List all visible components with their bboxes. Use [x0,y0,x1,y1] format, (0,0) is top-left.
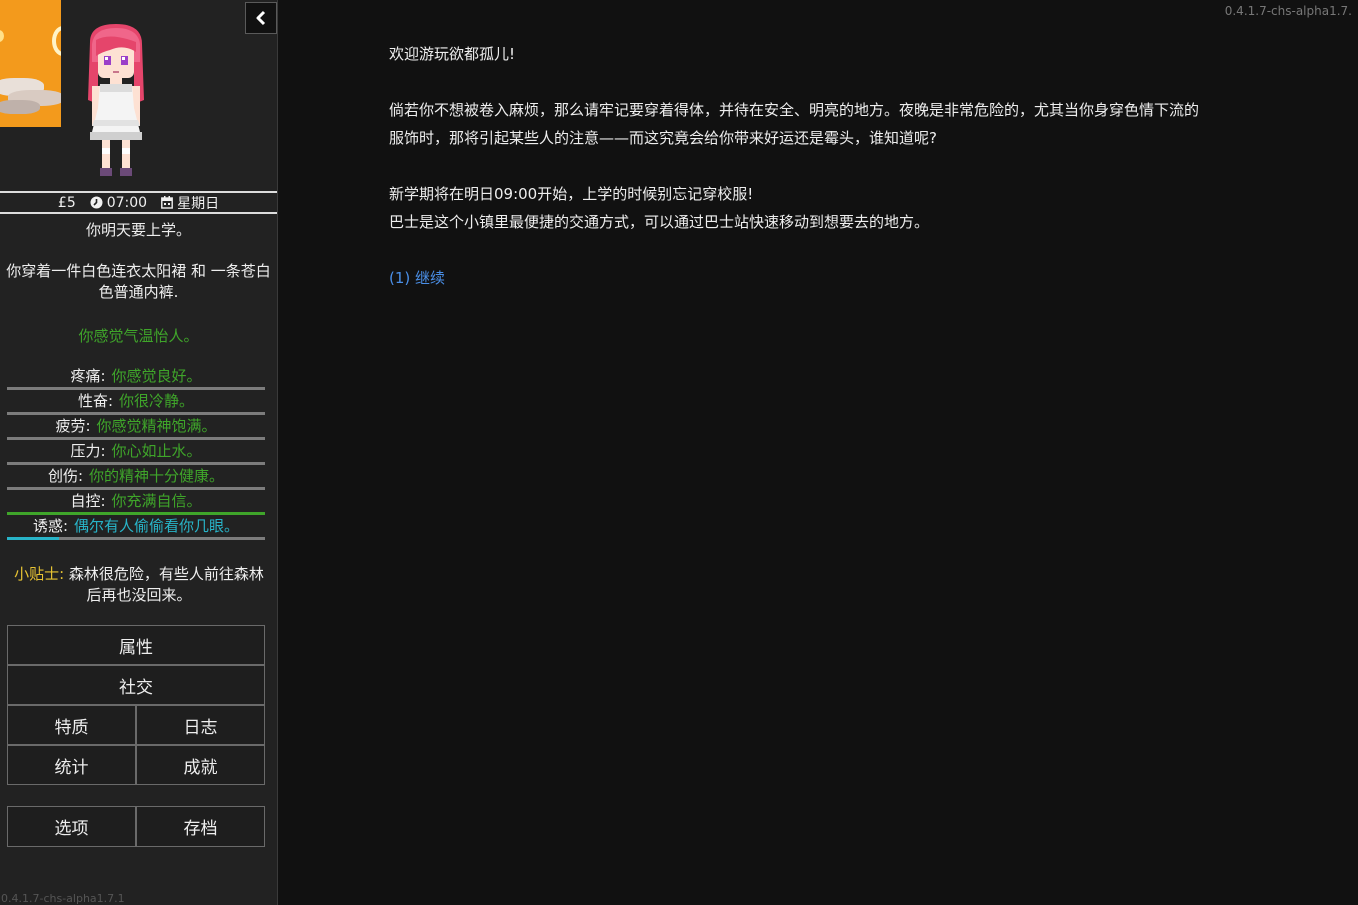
weekday-value: 星期日 [177,195,220,212]
tip-box: 小贴士: 森林很危险，有些人前往森林后再也没回来。 [8,564,270,606]
stat-row: 疲劳: 你感觉精神饱满。 [7,415,265,440]
clothing-description: 你穿着一件白色连衣太阳裙 和 一条苍白色普通内裤. [6,262,271,301]
stat-row: 自控: 你充满自信。 [7,490,265,515]
calendar-icon [161,196,173,209]
version-label: 0.4.1.7-chs-alpha1.7.1 [1,892,125,905]
version-label-top: 0.4.1.7-chs-alpha1.7. [1224,4,1352,18]
school-note: 你明天要上学。 [85,221,191,239]
stat-meter-fill [7,537,59,540]
bus-info-text: 巴士是这个小镇里最便捷的交通方式，可以通过巴士站快速移动到想要去的地方。 [389,213,930,231]
stat-name: 疼痛: [70,367,106,385]
stat-description: 你的精神十分健康。 [89,467,225,485]
stat-row: 疼痛: 你感觉良好。 [7,365,265,390]
stat-name: 压力: [70,442,106,460]
player-character-sprite [88,24,144,176]
stat-row: 压力: 你心如止水。 [7,440,265,465]
stat-row: 创伤: 你的精神十分健康。 [7,465,265,490]
stat-description: 你感觉精神饱满。 [96,417,217,435]
stat-row: 诱惑: 偶尔有人偷偷看你几眼。 [7,515,265,540]
journal-button[interactable]: 日志 [136,705,265,745]
tip-label: 小贴士: [14,565,65,583]
welcome-text: 欢迎游玩欲都孤儿! [389,45,516,63]
warning-text-line-2: 服饰时，那将引起某些人的注意——而这究竟会给你带来好运还是霉头，谁知道呢? [389,129,937,147]
stat-description: 你充满自信。 [111,492,202,510]
traits-button[interactable]: 特质 [7,705,136,745]
clock-icon [90,196,103,209]
stat-description: 你感觉良好。 [111,367,202,385]
collapse-sidebar-button[interactable] [245,2,277,34]
time-value: 07:00 [106,194,148,211]
school-info-text: 新学期将在明日09:00开始，上学的时候别忘记穿校服! [389,185,754,203]
stat-meter [7,537,265,540]
time-display: 07:00 [90,195,147,211]
stat-name: 诱惑: [32,517,69,535]
chevron-left-icon [256,10,266,26]
weekday-display: 星期日 [161,193,219,213]
temperature-status: 你感觉气温怡人。 [78,327,199,345]
stat-description: 偶尔有人偷偷看你几眼。 [74,517,240,535]
stat-name: 性奋: [77,392,114,410]
options-button[interactable]: 选项 [7,806,136,847]
warning-text-line-1: 倘若你不想被卷入麻烦，那么请牢记要穿着得体，并待在安全、明亮的地方。夜晚是非常危… [389,101,1200,119]
stat-description: 你心如止水。 [111,442,202,460]
social-button[interactable]: 社交 [7,665,265,705]
stat-name: 创伤: [47,467,84,485]
stat-description: 你很冷静。 [119,392,195,410]
status-bar: £5 07:00 星期日 [0,191,277,214]
saves-button[interactable]: 存档 [136,806,265,847]
stat-name: 疲劳: [55,417,91,435]
statistics-button[interactable]: 统计 [7,745,136,785]
tip-text: 森林很危险，有些人前往森林后再也没回来。 [68,565,264,604]
money-value: £5 [57,194,76,211]
stats-panel: 疼痛: 你感觉良好。性奋: 你很冷静。疲劳: 你感觉精神饱满。压力: 你心如止水。创伤:… [7,365,265,540]
story-passage: 欢迎游玩欲都孤儿! 倘若你不想被卷入麻烦，那么请牢记要穿着得体，并待在安全、明亮… [389,40,1289,292]
money-display: £5 [58,195,76,211]
achievements-button[interactable]: 成就 [136,745,265,785]
attributes-button[interactable]: 属性 [7,625,265,665]
location-thumbnail [0,0,61,127]
continue-link[interactable]: (1) 继续 [389,269,445,287]
portrait-area [0,0,277,190]
stat-row: 性奋: 你很冷静。 [7,390,265,415]
sidebar: £5 07:00 星期日 你明天要上学。 你穿着一件白色连衣太阳裙 和 一条苍白… [0,0,278,905]
stat-name: 自控: [70,492,106,510]
